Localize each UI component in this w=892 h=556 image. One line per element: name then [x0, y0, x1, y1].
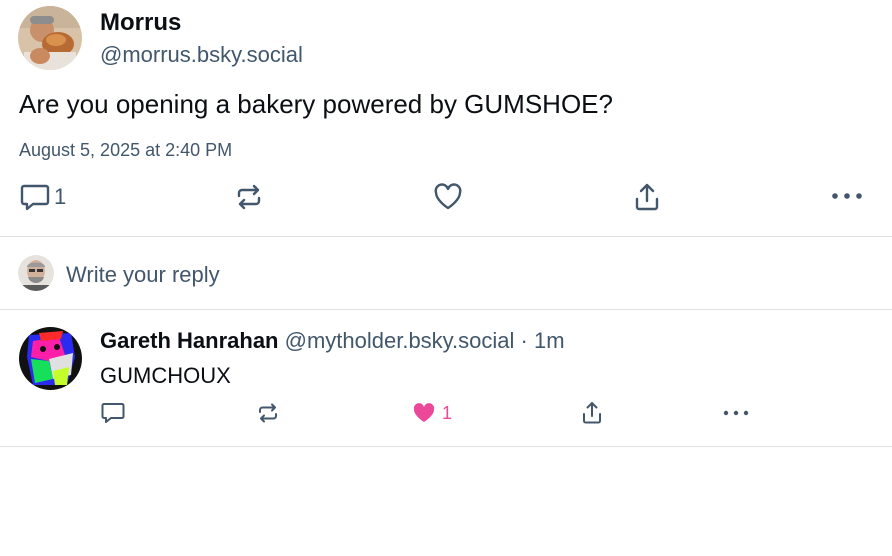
- post-text: Are you opening a bakery powered by GUMS…: [19, 89, 613, 119]
- share-icon: [633, 182, 661, 212]
- reply-author-name[interactable]: Gareth Hanrahan: [100, 328, 279, 353]
- reply-count: 1: [54, 184, 67, 209]
- share-icon: [581, 401, 603, 425]
- reply-repost-button[interactable]: [256, 403, 280, 423]
- reply-composer[interactable]: Write your reply: [0, 237, 892, 310]
- author-name[interactable]: Morrus: [100, 9, 181, 37]
- more-icon: [831, 188, 863, 204]
- reply-post: Gareth Hanrahan @mytholder.bsky.social ·…: [0, 310, 892, 447]
- author-handle[interactable]: @morrus.bsky.social: [100, 42, 303, 68]
- reply-reply-button[interactable]: [101, 402, 125, 424]
- main-post: Morrus @morrus.bsky.social Are you openi…: [0, 0, 892, 237]
- author-avatar[interactable]: [18, 6, 82, 70]
- reply-timestamp[interactable]: 1m: [534, 328, 565, 353]
- reply-like-button[interactable]: 1: [412, 402, 452, 424]
- comment-icon: [20, 183, 50, 211]
- post-timestamp: August 5, 2025 at 2:40 PM: [19, 140, 233, 160]
- reply-author-handle[interactable]: @mytholder.bsky.social: [285, 328, 515, 353]
- current-user-avatar: [18, 255, 54, 291]
- repost-button[interactable]: [234, 184, 264, 210]
- reply-share-button[interactable]: [581, 401, 603, 425]
- reply-more-options-button[interactable]: [723, 407, 749, 419]
- separator-dot: ·: [520, 328, 528, 353]
- reply-text: GUMCHOUX: [100, 363, 231, 388]
- comment-icon: [101, 402, 125, 424]
- more-options-button[interactable]: [831, 188, 863, 204]
- share-button[interactable]: [633, 182, 661, 212]
- repost-icon: [256, 403, 280, 423]
- more-icon: [723, 407, 749, 419]
- reply-header: Gareth Hanrahan @mytholder.bsky.social ·…: [100, 328, 565, 354]
- like-button[interactable]: [433, 183, 463, 211]
- reply-like-count: 1: [442, 402, 453, 423]
- heart-icon: [433, 183, 463, 211]
- reply-author-avatar[interactable]: [19, 327, 82, 390]
- reply-placeholder[interactable]: Write your reply: [66, 262, 220, 288]
- repost-icon: [234, 184, 264, 210]
- reply-button[interactable]: 1: [20, 183, 66, 211]
- heart-icon: [412, 402, 436, 424]
